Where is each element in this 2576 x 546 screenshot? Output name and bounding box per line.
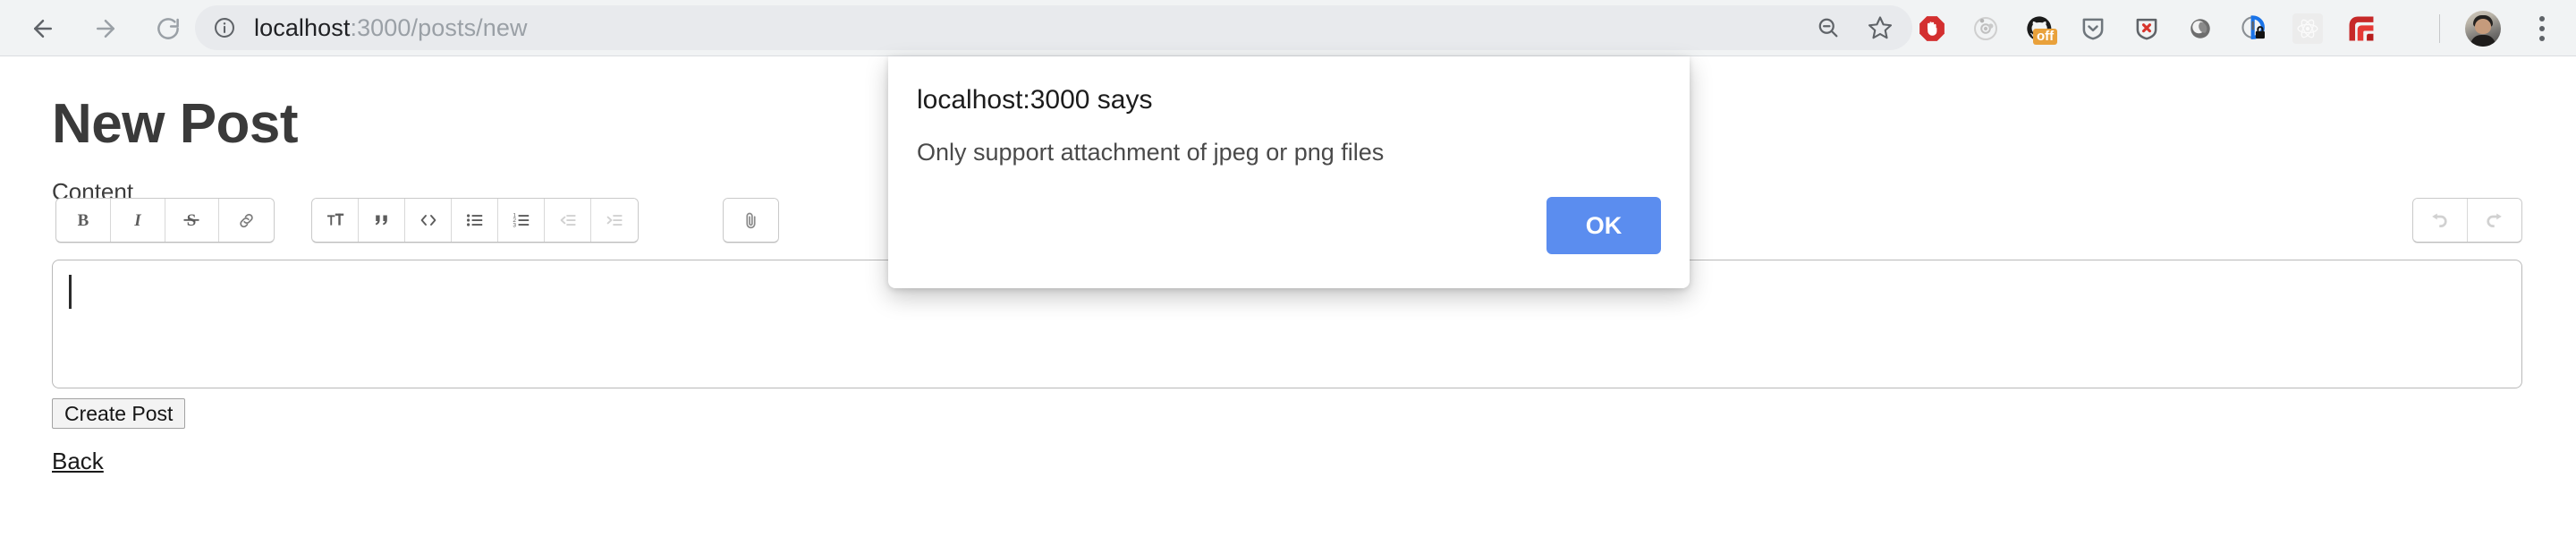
zoom-out-icon[interactable]	[1809, 8, 1848, 47]
decrease-indent-button[interactable]	[545, 199, 592, 242]
increase-indent-button[interactable]	[591, 199, 638, 242]
site-info-icon[interactable]	[204, 7, 245, 48]
url-path: :3000/posts/new	[350, 13, 528, 41]
strikethrough-button[interactable]: S	[165, 199, 220, 242]
avatar[interactable]	[2465, 11, 2501, 47]
create-post-button[interactable]: Create Post	[52, 398, 186, 429]
page-title: New Post	[52, 93, 299, 155]
url-text: localhost:3000/posts/new	[254, 14, 528, 42]
toolbar-group-attach	[723, 198, 779, 243]
extension-badge: off	[2033, 28, 2058, 45]
avatar-body	[2470, 35, 2496, 47]
heading-button[interactable]	[312, 199, 360, 242]
back-link[interactable]: Back	[52, 448, 104, 475]
shield-block-icon[interactable]	[2129, 11, 2165, 47]
omnibox-actions	[1809, 8, 1900, 47]
privacy-badger-icon[interactable]	[1968, 11, 2004, 47]
react-devtools-icon[interactable]	[2290, 11, 2326, 47]
dialog-ok-button[interactable]: OK	[1546, 197, 1661, 254]
italic-button[interactable]: I	[110, 199, 165, 242]
bookmark-star-icon[interactable]	[1860, 8, 1900, 47]
numbered-list-button[interactable]: 1 2 3	[498, 199, 546, 242]
bold-button[interactable]: B	[56, 199, 111, 242]
github-octocat-icon[interactable]: off	[2021, 11, 2058, 47]
undo-button[interactable]	[2413, 199, 2468, 242]
toolbar-divider	[2439, 14, 2440, 43]
https-lock-icon[interactable]	[2236, 11, 2272, 47]
reload-button[interactable]	[141, 2, 195, 55]
avatar-face	[2475, 19, 2491, 34]
address-bar[interactable]: localhost:3000/posts/new	[195, 5, 1912, 50]
circle-extension-icon[interactable]	[2182, 11, 2218, 47]
bullet-list-button[interactable]	[452, 199, 499, 242]
svg-text:B: B	[78, 211, 89, 230]
browser-toolbar: localhost:3000/posts/new off	[0, 0, 2576, 56]
link-button[interactable]	[219, 199, 274, 242]
quote-button[interactable]	[359, 199, 406, 242]
toolbar-group-blocks: 1 2 3	[311, 198, 639, 243]
forward-button[interactable]	[79, 2, 132, 55]
svg-text:I: I	[133, 211, 141, 230]
dialog-title: localhost:3000 says	[917, 85, 1153, 115]
code-button[interactable]	[405, 199, 453, 242]
menu-dot	[2539, 16, 2545, 21]
svg-text:3: 3	[513, 222, 516, 228]
back-button[interactable]	[16, 2, 70, 55]
javascript-alert-dialog: localhost:3000 says Only support attachm…	[888, 56, 1690, 288]
attach-files-button[interactable]	[724, 199, 778, 242]
extensions-strip: off	[1914, 0, 2379, 56]
redo-button[interactable]	[2467, 199, 2521, 242]
dialog-message: Only support attachment of jpeg or png f…	[917, 139, 1385, 166]
toolbar-group-formatting: B I S	[55, 198, 275, 243]
menu-dot	[2539, 26, 2545, 31]
menu-dot	[2539, 36, 2545, 41]
chrome-menu-icon[interactable]	[2524, 11, 2560, 47]
adblock-icon[interactable]	[1914, 11, 1950, 47]
toolbar-group-history	[2412, 198, 2522, 243]
text-caret	[69, 275, 72, 309]
url-host: localhost	[254, 13, 351, 41]
shield-check-icon[interactable]	[2075, 11, 2111, 47]
swirl-extension-icon[interactable]	[2343, 11, 2379, 47]
